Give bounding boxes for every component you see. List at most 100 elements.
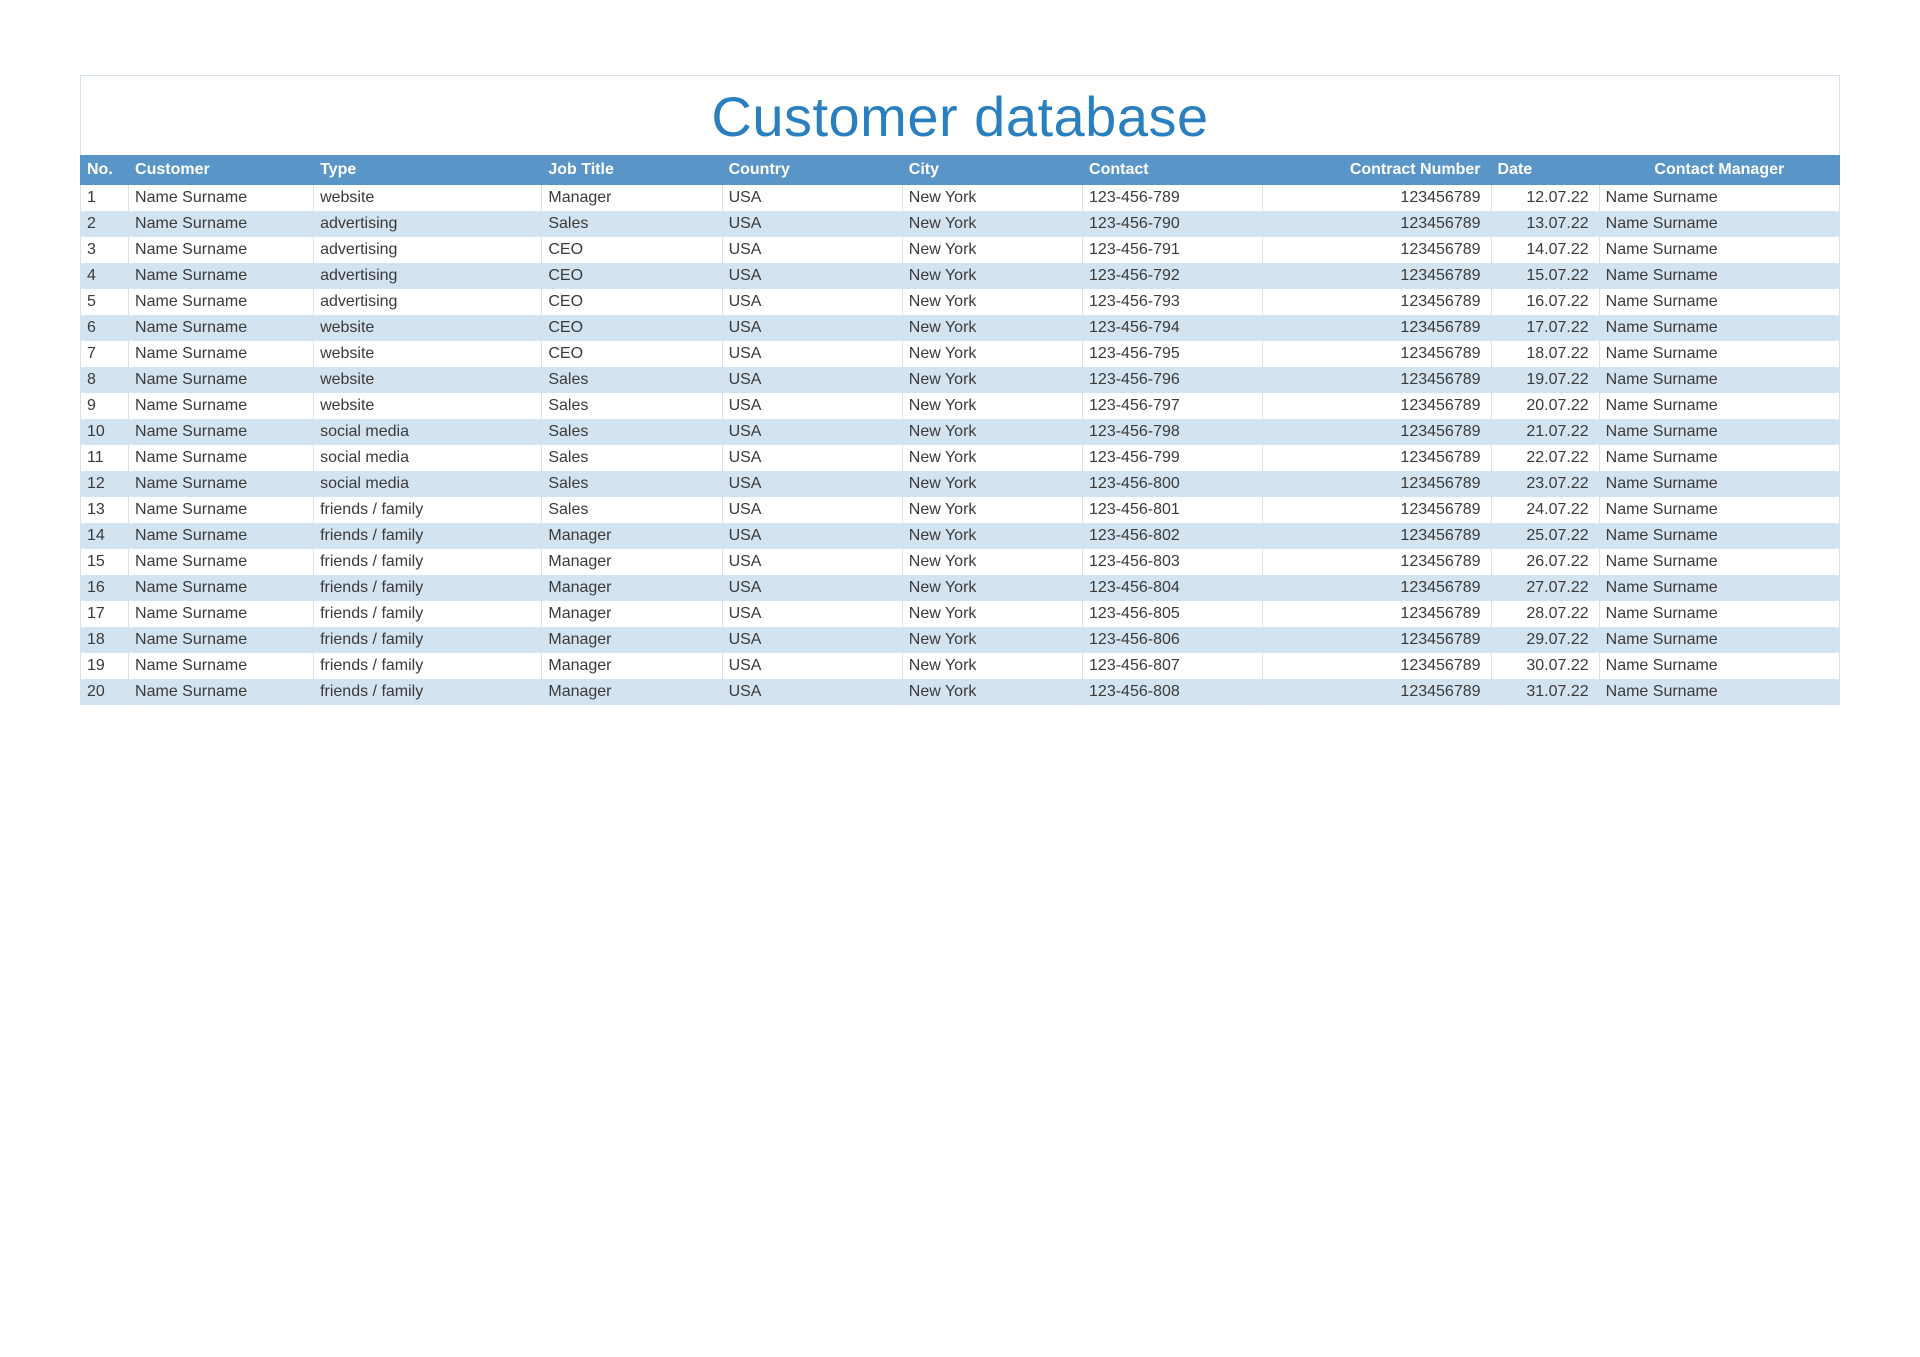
cell-country: USA (722, 419, 902, 445)
cell-manager: Name Surname (1599, 601, 1839, 627)
table-row: 17Name Surnamefriends / familyManagerUSA… (81, 601, 1840, 627)
cell-contract: 123456789 (1263, 575, 1491, 601)
cell-job: CEO (542, 237, 722, 263)
cell-no: 3 (81, 237, 129, 263)
cell-contract: 123456789 (1263, 471, 1491, 497)
cell-contract: 123456789 (1263, 341, 1491, 367)
customer-table: No. Customer Type Job Title Country City… (80, 155, 1840, 705)
cell-manager: Name Surname (1599, 549, 1839, 575)
cell-no: 13 (81, 497, 129, 523)
cell-customer: Name Surname (129, 679, 314, 705)
cell-city: New York (902, 315, 1082, 341)
cell-country: USA (722, 523, 902, 549)
cell-city: New York (902, 341, 1082, 367)
cell-contact: 123-456-800 (1083, 471, 1263, 497)
cell-city: New York (902, 289, 1082, 315)
cell-customer: Name Surname (129, 575, 314, 601)
cell-country: USA (722, 549, 902, 575)
cell-contact: 123-456-801 (1083, 497, 1263, 523)
cell-no: 7 (81, 341, 129, 367)
cell-no: 2 (81, 211, 129, 237)
cell-type: friends / family (314, 523, 542, 549)
table-row: 7Name SurnamewebsiteCEOUSANew York123-45… (81, 341, 1840, 367)
cell-job: Sales (542, 445, 722, 471)
cell-manager: Name Surname (1599, 497, 1839, 523)
cell-date: 25.07.22 (1491, 523, 1599, 549)
cell-type: website (314, 367, 542, 393)
cell-contract: 123456789 (1263, 263, 1491, 289)
cell-contract: 123456789 (1263, 419, 1491, 445)
cell-customer: Name Surname (129, 627, 314, 653)
table-row: 5Name SurnameadvertisingCEOUSANew York12… (81, 289, 1840, 315)
cell-contact: 123-456-796 (1083, 367, 1263, 393)
cell-no: 20 (81, 679, 129, 705)
cell-type: friends / family (314, 497, 542, 523)
cell-contract: 123456789 (1263, 497, 1491, 523)
cell-job: Manager (542, 549, 722, 575)
col-contact: Contact (1083, 156, 1263, 185)
cell-contract: 123456789 (1263, 211, 1491, 237)
cell-manager: Name Surname (1599, 341, 1839, 367)
cell-country: USA (722, 263, 902, 289)
cell-city: New York (902, 419, 1082, 445)
cell-city: New York (902, 263, 1082, 289)
cell-type: website (314, 341, 542, 367)
cell-type: website (314, 315, 542, 341)
cell-country: USA (722, 341, 902, 367)
cell-job: Manager (542, 575, 722, 601)
cell-customer: Name Surname (129, 237, 314, 263)
table-row: 6Name SurnamewebsiteCEOUSANew York123-45… (81, 315, 1840, 341)
cell-contact: 123-456-790 (1083, 211, 1263, 237)
cell-manager: Name Surname (1599, 653, 1839, 679)
cell-contact: 123-456-794 (1083, 315, 1263, 341)
cell-contract: 123456789 (1263, 393, 1491, 419)
cell-no: 9 (81, 393, 129, 419)
cell-date: 13.07.22 (1491, 211, 1599, 237)
cell-no: 18 (81, 627, 129, 653)
col-country: Country (722, 156, 902, 185)
cell-type: friends / family (314, 575, 542, 601)
table-row: 1Name SurnamewebsiteManagerUSANew York12… (81, 185, 1840, 212)
cell-no: 12 (81, 471, 129, 497)
cell-contract: 123456789 (1263, 601, 1491, 627)
cell-type: website (314, 185, 542, 212)
cell-type: friends / family (314, 627, 542, 653)
page-title: Customer database (81, 84, 1839, 149)
cell-country: USA (722, 289, 902, 315)
cell-job: Manager (542, 601, 722, 627)
table-row: 3Name SurnameadvertisingCEOUSANew York12… (81, 237, 1840, 263)
table-row: 13Name Surnamefriends / familySalesUSANe… (81, 497, 1840, 523)
cell-job: CEO (542, 341, 722, 367)
cell-date: 27.07.22 (1491, 575, 1599, 601)
cell-city: New York (902, 679, 1082, 705)
cell-no: 8 (81, 367, 129, 393)
cell-date: 21.07.22 (1491, 419, 1599, 445)
cell-date: 12.07.22 (1491, 185, 1599, 212)
table-row: 18Name Surnamefriends / familyManagerUSA… (81, 627, 1840, 653)
table-row: 10Name Surnamesocial mediaSalesUSANew Yo… (81, 419, 1840, 445)
table-body: 1Name SurnamewebsiteManagerUSANew York12… (81, 185, 1840, 706)
cell-contact: 123-456-791 (1083, 237, 1263, 263)
title-bar: Customer database (80, 75, 1840, 155)
cell-job: Sales (542, 211, 722, 237)
cell-country: USA (722, 575, 902, 601)
cell-date: 28.07.22 (1491, 601, 1599, 627)
col-contact-manager: Contact Manager (1599, 156, 1839, 185)
cell-country: USA (722, 601, 902, 627)
cell-city: New York (902, 575, 1082, 601)
cell-customer: Name Surname (129, 289, 314, 315)
cell-type: advertising (314, 289, 542, 315)
cell-city: New York (902, 549, 1082, 575)
cell-city: New York (902, 653, 1082, 679)
cell-manager: Name Surname (1599, 627, 1839, 653)
table-row: 11Name Surnamesocial mediaSalesUSANew Yo… (81, 445, 1840, 471)
cell-country: USA (722, 653, 902, 679)
col-customer: Customer (129, 156, 314, 185)
cell-contact: 123-456-807 (1083, 653, 1263, 679)
cell-city: New York (902, 523, 1082, 549)
cell-job: CEO (542, 289, 722, 315)
cell-no: 1 (81, 185, 129, 212)
cell-date: 24.07.22 (1491, 497, 1599, 523)
cell-job: Manager (542, 653, 722, 679)
cell-customer: Name Surname (129, 497, 314, 523)
